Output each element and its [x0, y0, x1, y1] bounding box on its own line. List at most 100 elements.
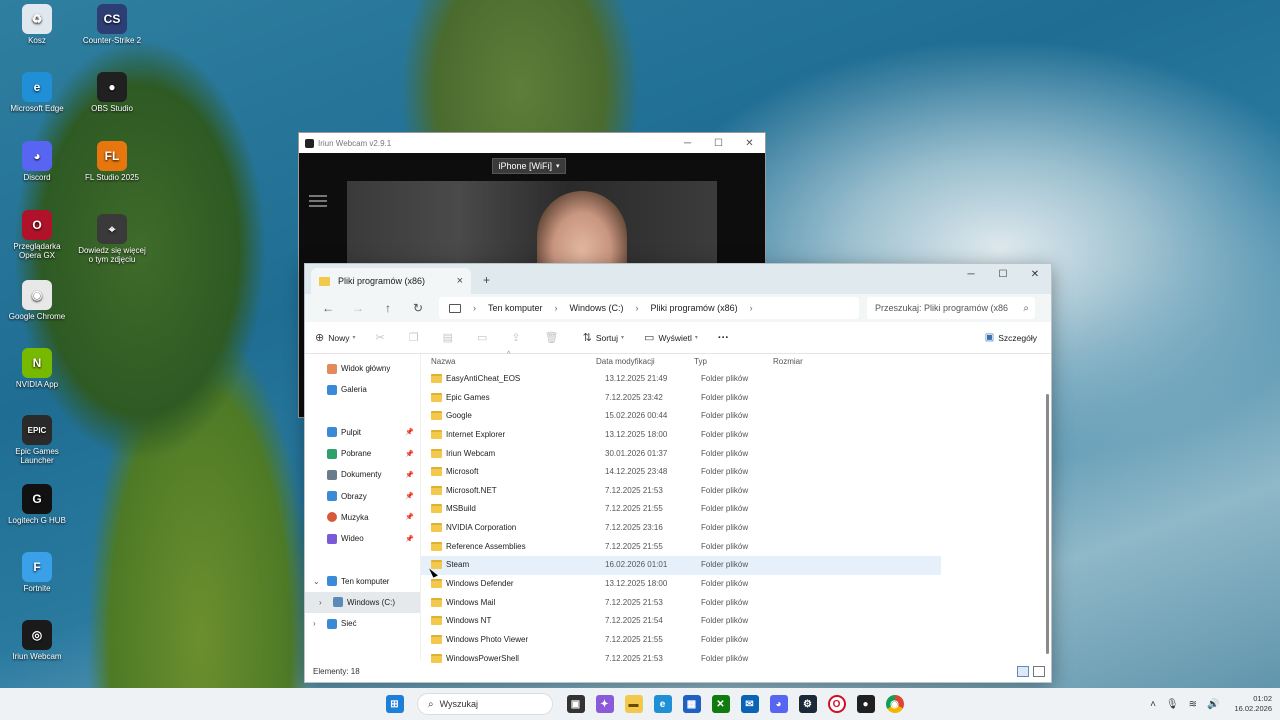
file-row[interactable]: Steam 16.02.2026 01:01 Folder plików — [421, 556, 941, 576]
nav-item-network[interactable]: › Sieć — [305, 613, 420, 634]
more-options-button[interactable]: ··· — [718, 332, 729, 344]
file-row[interactable]: Windows NT 7.12.2025 21:54 Folder plików — [421, 612, 941, 631]
desktop-icon-fortnite[interactable]: F Fortnite — [2, 552, 72, 593]
nav-item-downloads[interactable]: Pobrane 📌 — [305, 443, 420, 464]
microphone-icon[interactable]: 🎙 — [1166, 699, 1179, 710]
steam-icon[interactable]: ⚙ — [798, 695, 817, 713]
details-view-icon[interactable] — [1017, 665, 1029, 677]
nav-item-desktop[interactable]: Pulpit 📌 — [305, 422, 420, 443]
maximize-button[interactable]: ☐ — [703, 138, 734, 149]
obs-taskbar-icon[interactable]: ● — [856, 695, 875, 713]
pin-icon[interactable]: 📌 — [405, 428, 414, 436]
discord-taskbar-icon[interactable]: ◕ — [769, 695, 788, 713]
device-select[interactable]: iPhone [WiFi] ▾ — [492, 158, 566, 174]
desktop-icon-dowiedz-si-wi-cej-o-tym-zdj-ciu[interactable]: ⌖ Dowiedz się więcej o tym zdjęciu — [77, 214, 147, 264]
forward-arrow-icon[interactable]: → — [343, 301, 373, 315]
copilot-icon[interactable]: ✦ — [595, 695, 614, 713]
chevron-up-icon[interactable]: ˄ — [1150, 699, 1156, 710]
file-row[interactable]: Iriun Webcam 30.01.2026 01:37 Folder plikó… — [421, 445, 941, 464]
desktop-icon-epic-games-launcher[interactable]: EPIC Epic Games Launcher — [2, 415, 72, 465]
delete-button[interactable]: 🗑 — [545, 331, 563, 344]
file-row[interactable]: Google 15.02.2026 00:44 Folder plików — [421, 407, 941, 426]
desktop-icon-microsoft-edge[interactable]: e Microsoft Edge — [2, 72, 72, 113]
desktop-icon-kosz[interactable]: ♻ Kosz — [2, 4, 72, 45]
new-button[interactable]: ⊕ Nowy ▾ — [315, 331, 356, 344]
chevron-right-icon[interactable]: › — [319, 598, 322, 607]
file-row[interactable]: MSBuild 7.12.2025 21:55 Folder plików — [421, 500, 941, 519]
tiles-view-icon[interactable] — [1033, 665, 1045, 677]
opera-gx-icon[interactable]: O — [827, 695, 846, 713]
file-row[interactable]: EasyAntiCheat_EOS 13.12.2025 21:49 Folder … — [421, 370, 941, 389]
file-explorer-taskbar-icon[interactable]: ▬ — [624, 695, 643, 713]
new-tab-button[interactable]: + — [483, 273, 490, 287]
file-row[interactable]: Internet Explorer 13.12.2025 18:00 Folder … — [421, 426, 941, 445]
chevron-down-icon[interactable]: ⌄ — [313, 577, 320, 586]
desktop-icon-discord[interactable]: ◕ Discord — [2, 141, 72, 182]
minimize-button[interactable]: ─ — [955, 264, 987, 284]
chevron-right-icon[interactable]: › — [313, 619, 316, 628]
wifi-icon[interactable]: ≋ — [1189, 699, 1197, 710]
share-button[interactable]: ⇪ — [511, 331, 524, 344]
file-row[interactable]: Microsoft 14.12.2025 23:48 Folder plików — [421, 463, 941, 482]
edge-taskbar-icon[interactable]: e — [653, 695, 672, 713]
nav-item-home[interactable]: Widok główny — [305, 358, 420, 379]
desktop-icon-google-chrome[interactable]: ◉ Google Chrome — [2, 280, 72, 321]
back-arrow-icon[interactable]: ← — [313, 301, 343, 315]
sort-button[interactable]: ⇅ Sortuj ▾ — [583, 331, 624, 344]
chrome-taskbar-icon[interactable]: ◉ — [885, 695, 904, 713]
nav-item-documents[interactable]: Dokumenty 📌 — [305, 464, 420, 485]
breadcrumb-this-pc[interactable]: Ten komputer — [488, 303, 543, 313]
file-row[interactable]: Windows Mail 7.12.2025 21:53 Folder plików — [421, 594, 941, 613]
details-pane-button[interactable]: ▣ Szczegóły — [985, 332, 1037, 343]
pin-icon[interactable]: 📌 — [405, 450, 414, 458]
desktop-icon-logitech-g-hub[interactable]: G Logitech G HUB — [2, 484, 72, 525]
file-explorer-window[interactable]: Pliki programów (x86) × + ─ ☐ ✕ ← → ↑ ↻ … — [304, 263, 1052, 683]
taskbar-search[interactable]: ⌕ Wyszukaj — [417, 693, 553, 715]
webcam-titlebar[interactable]: Iriun Webcam v2.9.1 ─ ☐ ✕ — [299, 133, 765, 153]
vertical-scrollbar[interactable] — [1046, 394, 1049, 654]
breadcrumb-program-files[interactable]: Pliki programów (x86) — [651, 303, 738, 313]
volume-icon[interactable]: 🔊 — [1207, 699, 1219, 710]
tab-active[interactable]: Pliki programów (x86) × — [311, 268, 471, 294]
task-view-icon[interactable]: ▣ — [566, 695, 585, 713]
column-header-name[interactable]: Nazwa — [431, 357, 455, 366]
nav-item-this-pc[interactable]: ⌄ Ten komputer — [305, 570, 420, 591]
nav-item-gallery[interactable]: Galeria — [305, 379, 420, 400]
nav-item-videos[interactable]: Wideo 📌 — [305, 528, 420, 549]
file-row[interactable]: Reference Assemblies 7.12.2025 21:55 Folde… — [421, 538, 941, 557]
refresh-icon[interactable]: ↻ — [403, 301, 433, 315]
column-header-size[interactable]: Rozmiar — [773, 357, 803, 366]
minimize-button[interactable]: ─ — [672, 138, 703, 149]
rename-button[interactable]: ▭ — [477, 331, 491, 344]
tab-close-button[interactable]: × — [457, 275, 463, 287]
desktop-icon-obs-studio[interactable]: ● OBS Studio — [77, 72, 147, 113]
cut-button[interactable]: ✂ — [376, 331, 389, 344]
file-row[interactable]: Windows Defender 13.12.2025 18:00 Folder p… — [421, 575, 941, 594]
xbox-icon[interactable]: ✕ — [711, 695, 730, 713]
search-input[interactable]: Przeszukaj: Pliki programów (x86 ⌕ — [867, 297, 1035, 319]
desktop-icon-iriun-webcam[interactable]: ◎ Iriun Webcam — [2, 620, 72, 661]
clock[interactable]: 01:02 16.02.2026 — [1234, 694, 1272, 714]
desktop-icon-fl-studio-2025[interactable]: FL FL Studio 2025 — [77, 141, 147, 182]
hamburger-menu-icon[interactable] — [309, 195, 327, 210]
breadcrumb-separator-icon[interactable]: › — [750, 303, 753, 313]
file-row[interactable]: NVIDIA Corporation 7.12.2025 23:16 Folder … — [421, 519, 941, 538]
desktop-icon-przegl-darka-opera-gx[interactable]: O Przeglądarka Opera GX — [2, 210, 72, 260]
close-button[interactable]: ✕ — [734, 138, 765, 149]
column-header-type[interactable]: Typ — [694, 357, 707, 366]
nav-item-pictures[interactable]: Obrazy 📌 — [305, 485, 420, 506]
pin-icon[interactable]: 📌 — [405, 471, 414, 479]
store-icon[interactable]: ▦ — [682, 695, 701, 713]
pin-icon[interactable]: 📌 — [405, 535, 414, 543]
desktop-icon-nvidia-app[interactable]: N NVIDIA App — [2, 348, 72, 389]
nav-item-music[interactable]: Muzyka 📌 — [305, 507, 420, 528]
nav-item-drive-c[interactable]: › Windows (C:) — [305, 591, 420, 613]
up-arrow-icon[interactable]: ↑ — [373, 301, 403, 315]
maximize-button[interactable]: ☐ — [987, 264, 1019, 284]
windows-start-icon[interactable]: ⊞ — [385, 695, 404, 713]
address-bar[interactable]: › Ten komputer › Windows (C:) › Pliki pr… — [439, 297, 859, 319]
file-row[interactable]: Windows Photo Viewer 7.12.2025 21:55 Folde… — [421, 631, 941, 650]
view-button[interactable]: ▭ Wyświetl ▾ — [644, 331, 698, 344]
breadcrumb-drive-c[interactable]: Windows (C:) — [570, 303, 624, 313]
file-row[interactable]: Epic Games 7.12.2025 23:42 Folder plików — [421, 389, 941, 408]
